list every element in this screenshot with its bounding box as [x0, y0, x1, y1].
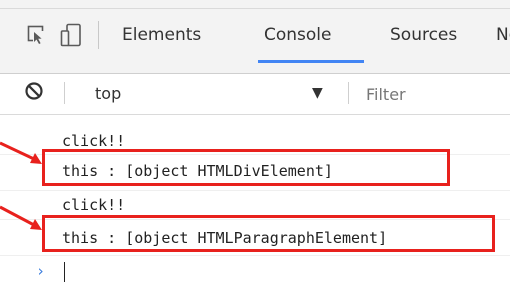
annotation-arrows: [0, 141, 42, 230]
console-input-caret[interactable]: [64, 262, 65, 282]
tab-elements[interactable]: Elements: [122, 23, 201, 47]
tab-network[interactable]: Network: [496, 23, 510, 47]
dropdown-caret-icon[interactable]: ▼: [312, 84, 323, 102]
tab-sources[interactable]: Sources: [390, 23, 457, 47]
message-divider: [0, 255, 510, 256]
highlight-box: [42, 149, 450, 186]
filter-input[interactable]: [358, 79, 510, 109]
active-tab-indicator: [258, 60, 364, 63]
tab-separator: [98, 21, 99, 49]
toolbar-separator: [348, 82, 349, 104]
highlight-box: [42, 215, 495, 252]
execution-context-selector[interactable]: top: [95, 82, 121, 106]
tab-console[interactable]: Console: [264, 23, 332, 47]
prompt-chevron-icon: ›: [36, 262, 46, 280]
